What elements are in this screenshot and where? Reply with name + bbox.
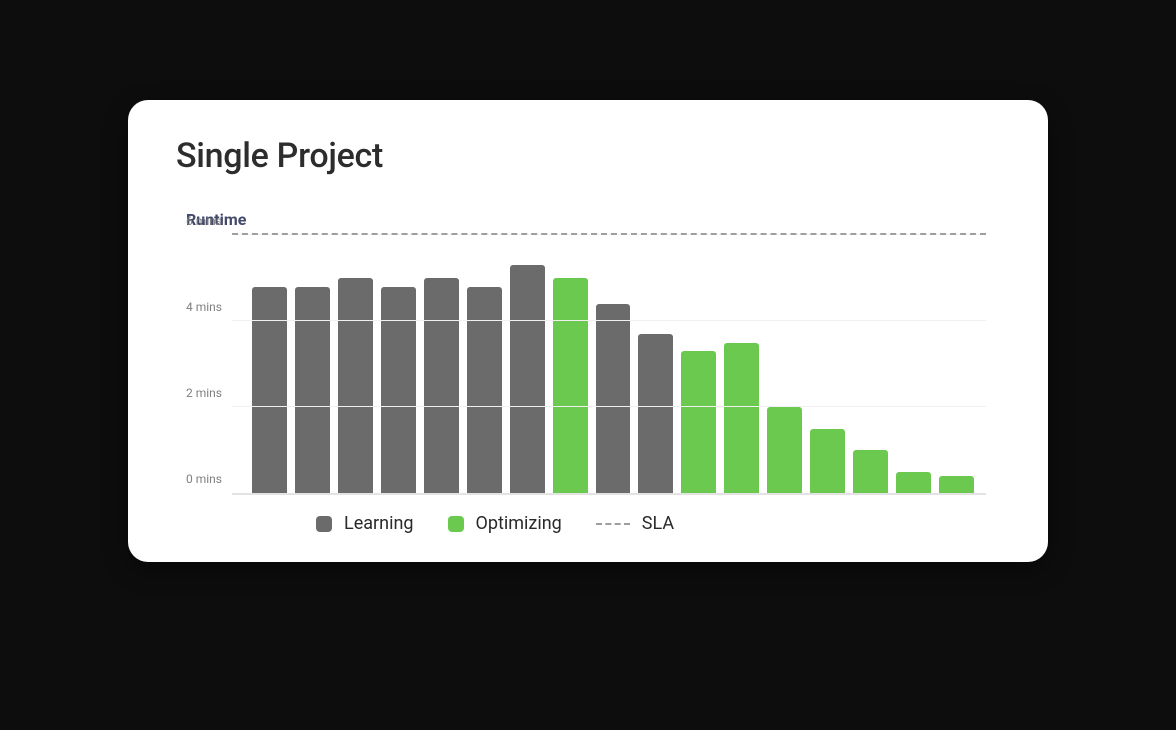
bar-learning <box>295 287 330 493</box>
bar-learning <box>596 304 631 493</box>
bar-optimizing <box>939 476 974 493</box>
bar-learning <box>252 287 287 493</box>
bar-learning <box>381 287 416 493</box>
card-title: Single Project <box>176 136 1000 176</box>
bar-optimizing <box>767 407 802 493</box>
chart-subtitle: Runtime <box>186 210 1000 229</box>
chart-plot: 6 mins4 mins2 mins0 mins <box>232 235 986 495</box>
gridline <box>232 320 986 321</box>
chart-card: Single Project Runtime 6 mins4 mins2 min… <box>128 100 1048 562</box>
legend-label-optimizing: Optimizing <box>476 513 562 534</box>
legend-label-learning: Learning <box>344 513 414 534</box>
legend-item-learning: Learning <box>316 513 414 534</box>
bar-learning <box>510 265 545 493</box>
y-tick-label: 6 mins <box>186 214 232 228</box>
legend-item-sla: SLA <box>596 513 674 534</box>
legend-swatch-learning <box>316 516 332 532</box>
legend-swatch-sla <box>596 523 630 525</box>
y-tick-label: 2 mins <box>186 386 232 400</box>
y-tick-label: 0 mins <box>186 472 232 486</box>
bar-optimizing <box>810 429 845 494</box>
bar-learning <box>338 278 373 493</box>
bar-learning <box>424 278 459 493</box>
chart-area: 6 mins4 mins2 mins0 mins <box>176 235 1000 495</box>
chart-bars <box>232 235 986 493</box>
bar-optimizing <box>896 472 931 494</box>
y-tick-label: 4 mins <box>186 300 232 314</box>
gridline <box>232 406 986 407</box>
bar-learning <box>638 334 673 493</box>
bar-optimizing <box>553 278 588 493</box>
legend-item-optimizing: Optimizing <box>448 513 562 534</box>
legend-swatch-optimizing <box>448 516 464 532</box>
bar-optimizing <box>681 351 716 493</box>
sla-line <box>232 233 986 235</box>
bar-optimizing <box>853 450 888 493</box>
bar-learning <box>467 287 502 493</box>
chart-legend: Learning Optimizing SLA <box>316 513 1000 534</box>
legend-label-sla: SLA <box>642 513 674 534</box>
bar-optimizing <box>724 343 759 494</box>
